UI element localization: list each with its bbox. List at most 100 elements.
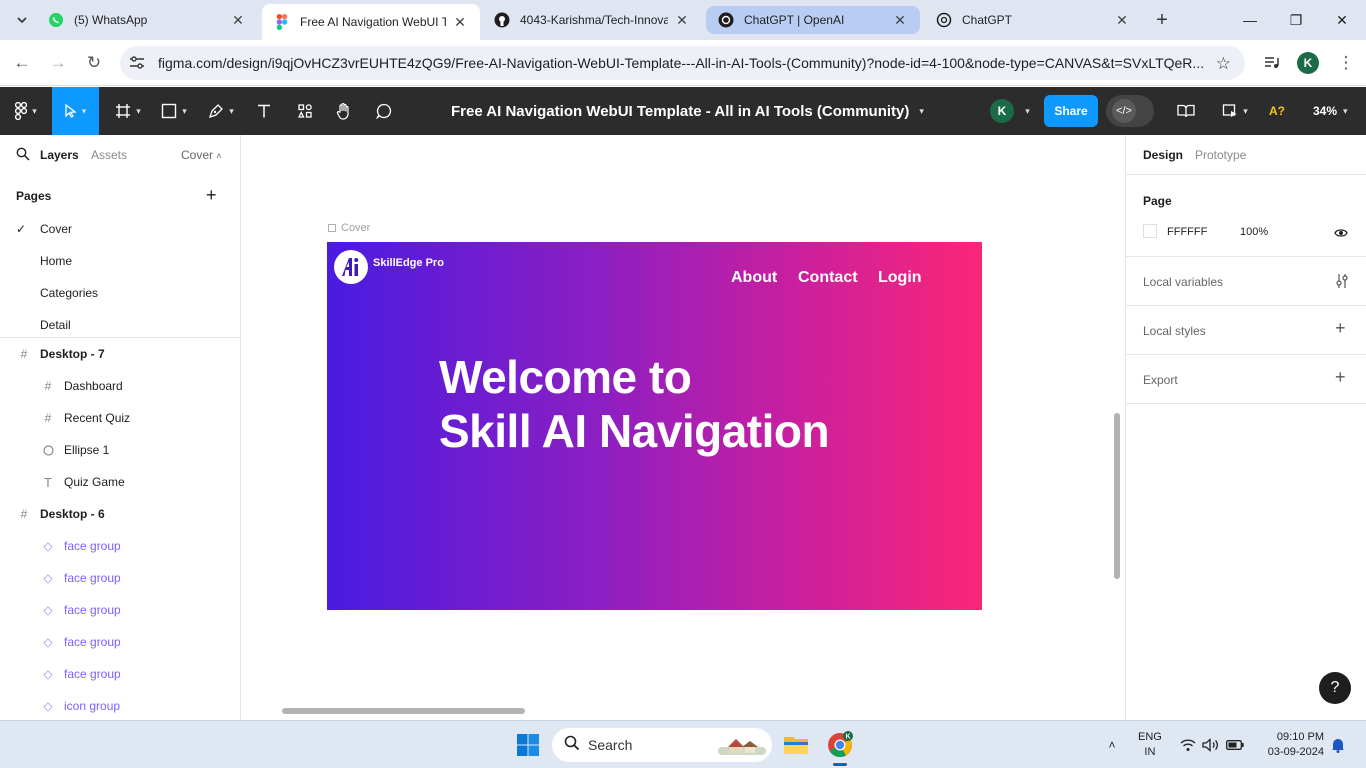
- layer-row[interactable]: # Dashboard: [0, 370, 240, 402]
- move-tool-button[interactable]: ▾: [52, 87, 99, 135]
- layers-tab[interactable]: Layers: [40, 148, 79, 162]
- zoom-value: 34%: [1313, 104, 1338, 118]
- horizontal-scrollbar[interactable]: [282, 708, 525, 714]
- layer-row[interactable]: # Desktop - 7: [0, 338, 240, 370]
- assets-tab[interactable]: Assets: [91, 148, 127, 162]
- add-export-icon[interactable]: +: [1335, 367, 1346, 388]
- sliders-icon[interactable]: [1335, 273, 1349, 294]
- current-page-name: Cover: [181, 148, 214, 162]
- page-opacity[interactable]: 100%: [1240, 226, 1268, 238]
- layer-name: face group: [64, 539, 121, 553]
- tab-whatsapp[interactable]: (5) WhatsApp ✕: [36, 6, 258, 34]
- library-button[interactable]: [1174, 87, 1198, 135]
- share-button[interactable]: Share: [1044, 95, 1098, 127]
- resources-tool-button[interactable]: [290, 87, 320, 135]
- windows-start-icon[interactable]: [512, 729, 544, 761]
- restore-button[interactable]: ❐: [1276, 6, 1316, 34]
- minimize-button[interactable]: —: [1230, 6, 1270, 34]
- tab-chatgpt-openai[interactable]: ChatGPT | OpenAI ✕: [706, 6, 920, 34]
- rectangle-icon: [162, 103, 177, 119]
- browser-menu-icon[interactable]: ⋮: [1333, 50, 1359, 76]
- prototype-tab[interactable]: Prototype: [1195, 148, 1246, 162]
- multiplayer-menu-button[interactable]: ▾: [1018, 87, 1032, 135]
- cover-frame[interactable]: SkillEdge Pro About Contact Login Welcom…: [327, 242, 982, 610]
- nav-login: Login: [878, 269, 922, 286]
- layer-row[interactable]: ◇ face group: [0, 530, 240, 562]
- comment-tool-button[interactable]: [370, 87, 398, 135]
- page-item-home[interactable]: Home: [40, 254, 72, 268]
- headline-line-2: Skill AI Navigation: [439, 405, 830, 457]
- notification-bell-icon[interactable]: [1322, 729, 1354, 761]
- page-item-detail[interactable]: Detail: [40, 318, 71, 332]
- design-tab[interactable]: Design: [1143, 148, 1183, 162]
- shape-tool-button[interactable]: ▾: [154, 87, 194, 135]
- layer-row[interactable]: ◇ face group: [0, 626, 240, 658]
- page-item-categories[interactable]: Categories: [40, 286, 98, 300]
- taskbar-search[interactable]: Search: [552, 728, 772, 762]
- new-tab-button[interactable]: +: [1150, 8, 1174, 32]
- layer-row[interactable]: ◇ face group: [0, 658, 240, 690]
- site-info-icon[interactable]: [126, 52, 148, 74]
- frame-tool-button[interactable]: ▾: [108, 87, 148, 135]
- omnibox[interactable]: figma.com/design/i9qjOvHCZ3vrEUHTE4zQG9/…: [120, 46, 1245, 80]
- tab-chatgpt[interactable]: ChatGPT ✕: [924, 6, 1142, 34]
- present-button[interactable]: ▾: [1218, 87, 1252, 135]
- user-avatar[interactable]: K: [990, 99, 1014, 123]
- current-page-selector[interactable]: Cover ˄: [181, 148, 222, 162]
- language-indicator[interactable]: ENG IN: [1138, 730, 1162, 760]
- vertical-scrollbar[interactable]: [1114, 413, 1120, 579]
- clock[interactable]: 09:10 PM 03-09-2024: [1258, 730, 1324, 760]
- chrome-icon[interactable]: K: [824, 729, 856, 761]
- page-color-hex[interactable]: FFFFFF: [1167, 226, 1207, 238]
- close-tab-icon[interactable]: ✕: [674, 12, 690, 28]
- layer-row[interactable]: Ellipse 1: [0, 434, 240, 466]
- local-styles-section[interactable]: Local styles +: [1126, 306, 1366, 355]
- page-color-swatch[interactable]: [1143, 224, 1157, 238]
- layer-row[interactable]: T Quiz Game: [0, 466, 240, 498]
- eye-icon[interactable]: [1334, 225, 1348, 243]
- search-icon[interactable]: [16, 147, 30, 166]
- tab-figma[interactable]: Free AI Navigation WebUI Te ✕: [262, 4, 480, 40]
- layer-row[interactable]: # Desktop - 6: [0, 498, 240, 530]
- layer-row[interactable]: ◇ icon group: [0, 690, 240, 720]
- hand-tool-button[interactable]: [330, 87, 358, 135]
- close-tab-icon[interactable]: ✕: [230, 12, 246, 28]
- layer-row[interactable]: ◇ face group: [0, 594, 240, 626]
- add-style-icon[interactable]: +: [1335, 318, 1346, 339]
- dev-mode-toggle[interactable]: </>: [1106, 95, 1154, 127]
- design-canvas[interactable]: Cover SkillEdge Pro About Contact Login …: [241, 135, 1125, 720]
- pages-heading: Pages: [16, 189, 52, 203]
- page-item-cover[interactable]: Cover: [40, 222, 72, 236]
- export-section[interactable]: Export +: [1126, 355, 1366, 404]
- layer-row[interactable]: # Recent Quiz: [0, 402, 240, 434]
- missing-fonts-badge[interactable]: A?: [1266, 87, 1288, 135]
- document-title[interactable]: Free AI Navigation WebUI Template - All …: [451, 87, 924, 135]
- instance-icon: ◇: [43, 603, 53, 617]
- forward-button[interactable]: →: [45, 50, 71, 76]
- local-variables-section[interactable]: Local variables: [1126, 257, 1366, 306]
- close-window-button[interactable]: ✕: [1322, 6, 1362, 34]
- chevron-up-icon[interactable]: ˄: [1096, 729, 1128, 761]
- close-tab-icon[interactable]: ✕: [452, 14, 468, 30]
- add-page-button[interactable]: +: [206, 185, 217, 206]
- bookmark-star-icon[interactable]: ☆: [1216, 54, 1231, 74]
- text-tool-button[interactable]: [250, 87, 278, 135]
- tab-search-button[interactable]: [10, 8, 34, 32]
- file-explorer-icon[interactable]: [780, 729, 812, 761]
- reload-button[interactable]: ↻: [81, 50, 107, 76]
- help-button[interactable]: ?: [1319, 672, 1351, 704]
- profile-avatar[interactable]: K: [1297, 52, 1319, 74]
- back-button[interactable]: ←: [9, 50, 35, 76]
- close-tab-icon[interactable]: ✕: [1114, 12, 1130, 28]
- main-menu-button[interactable]: ▾: [4, 87, 48, 135]
- frame-label[interactable]: Cover: [328, 222, 370, 234]
- tab-github[interactable]: 4043-Karishma/Tech-Innova ✕: [482, 6, 702, 34]
- media-control-icon[interactable]: [1259, 50, 1285, 76]
- frame-icon: #: [20, 347, 28, 361]
- layer-row[interactable]: ◇ face group: [0, 562, 240, 594]
- whatsapp-icon: [48, 12, 64, 28]
- close-tab-icon[interactable]: ✕: [892, 12, 908, 28]
- battery-icon[interactable]: [1219, 729, 1251, 761]
- pen-tool-button[interactable]: ▾: [200, 87, 242, 135]
- zoom-control[interactable]: 34% ▾: [1313, 87, 1348, 135]
